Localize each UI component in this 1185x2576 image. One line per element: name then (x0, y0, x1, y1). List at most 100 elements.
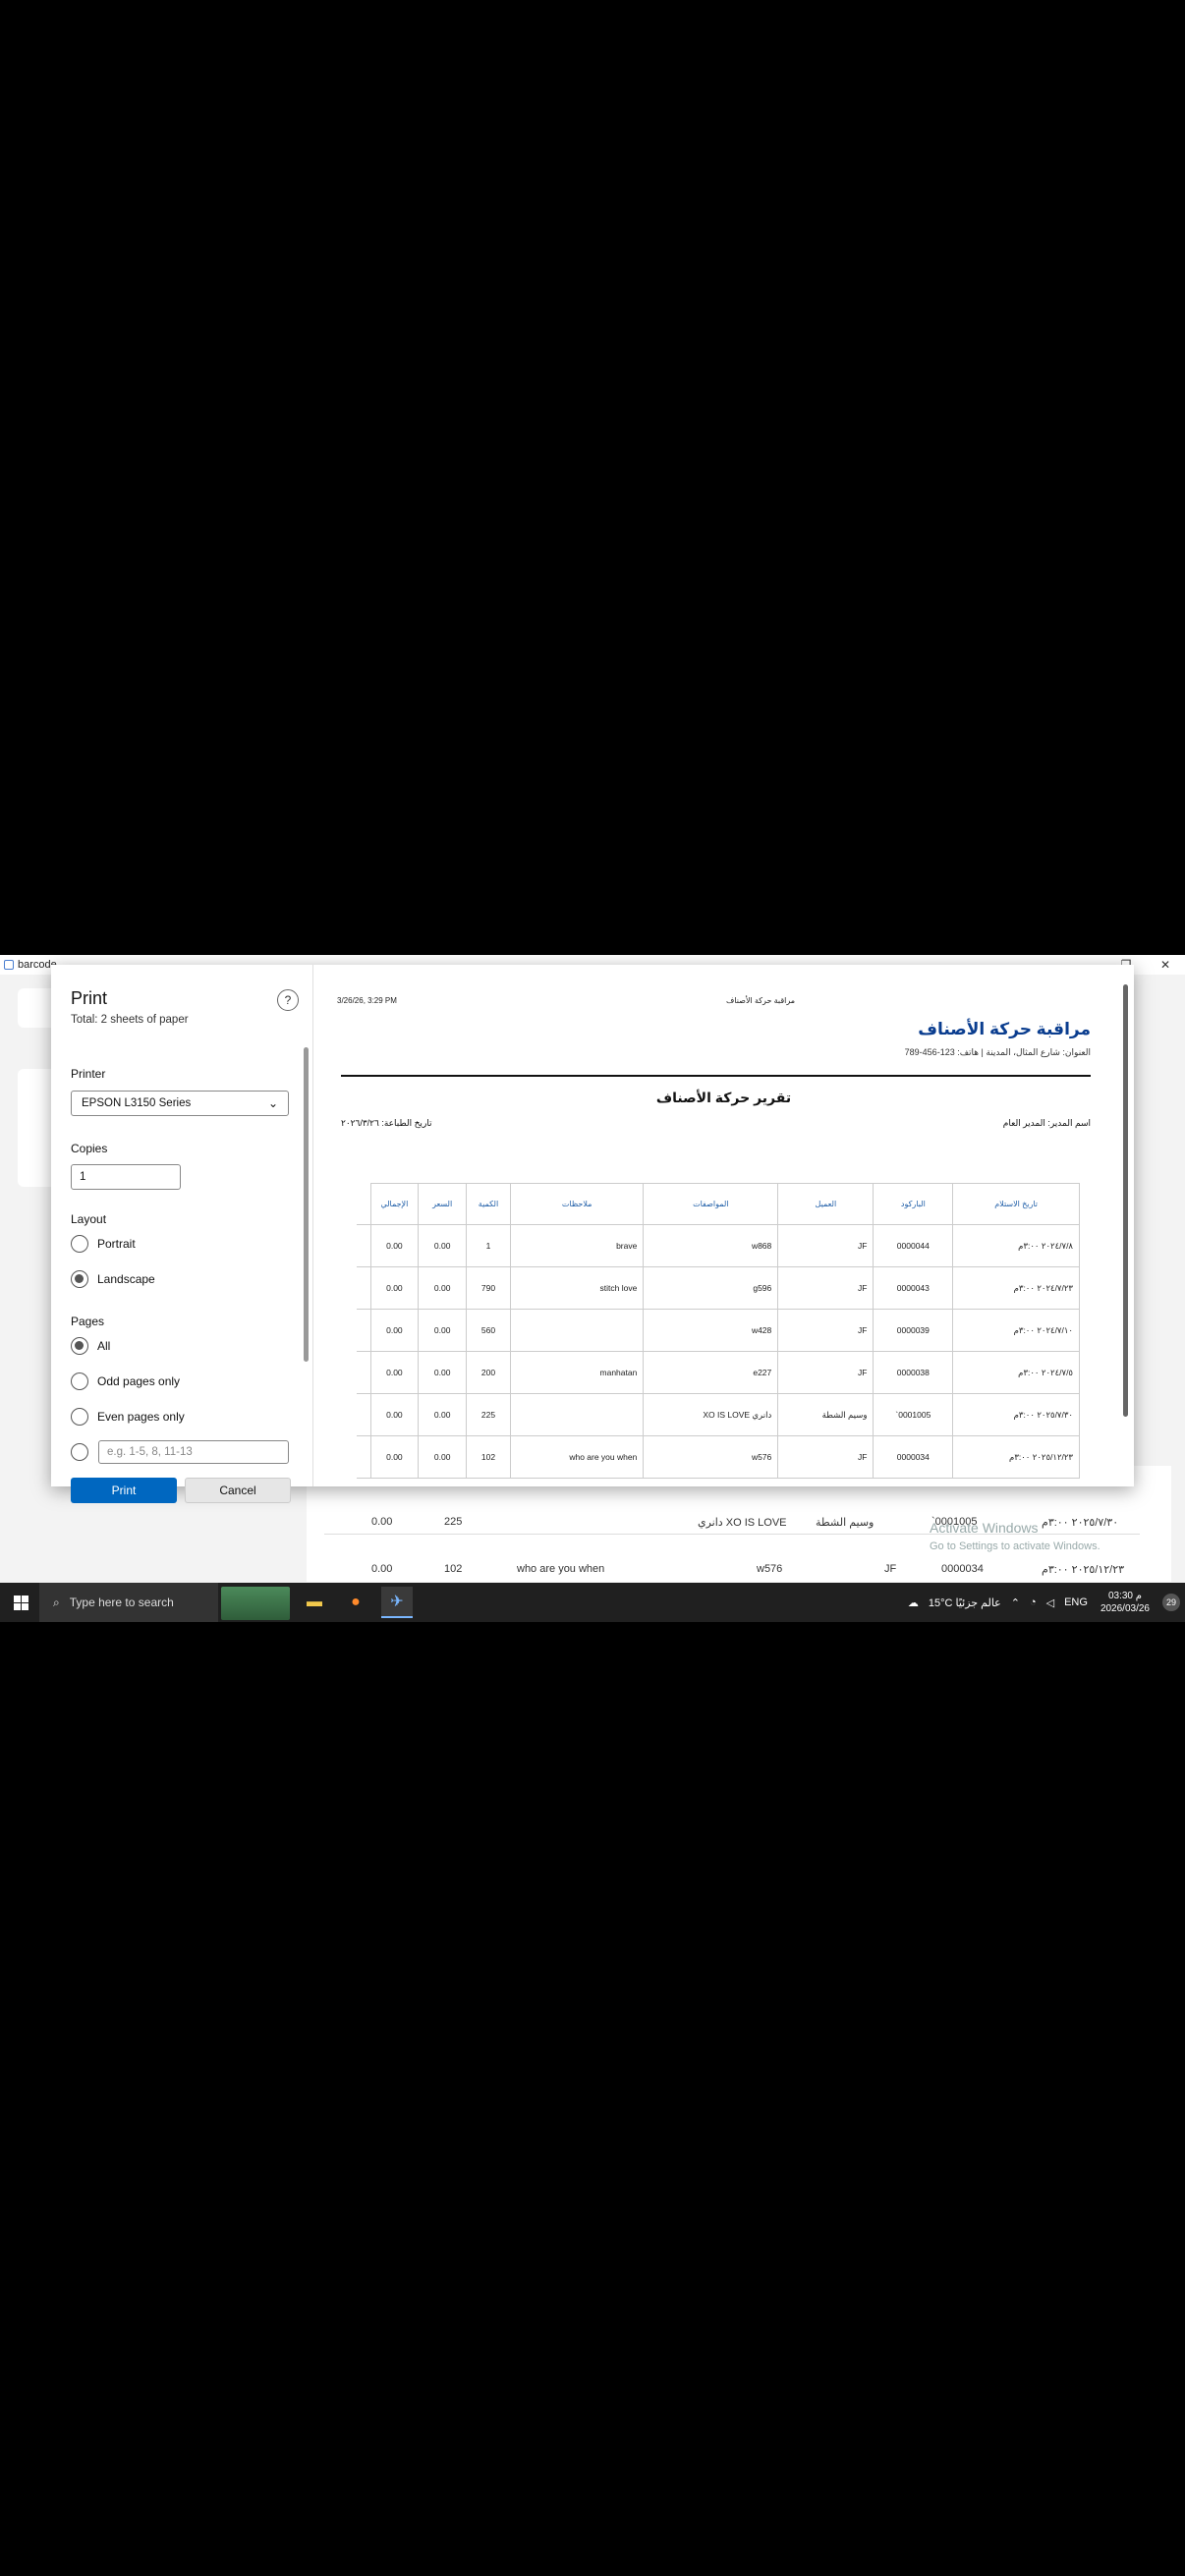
close-button[interactable]: ✕ (1146, 955, 1185, 975)
cell-total: 0.00 (369, 1266, 420, 1310)
cell-qty: 102 (466, 1435, 511, 1479)
pages-custom-option[interactable] (71, 1442, 97, 1462)
portrait-label: Portrait (97, 1237, 136, 1251)
bg-cell-date: ٢٠٢٥/١٢/٢٣ ٣:٠٠م (1042, 1564, 1125, 1576)
page-range-input[interactable]: e.g. 1-5, 8, 11-13 (98, 1440, 289, 1464)
bg-cell-total: 0.00 (371, 1516, 393, 1528)
print-button[interactable]: Print (71, 1478, 177, 1503)
barcode-app-icon[interactable]: ✈ (381, 1587, 413, 1618)
weather-text[interactable]: 15°C عالم جزئيًا (929, 1596, 1001, 1609)
cell-client: وسيم الشطة (777, 1393, 875, 1436)
pages-even-option[interactable]: Even pages only (71, 1407, 185, 1427)
header-barcode: الباركود (873, 1183, 954, 1225)
cell-desc: g596 (643, 1266, 779, 1310)
header-desc: المواصفات (643, 1183, 779, 1225)
cell-notes (509, 1393, 645, 1436)
cell-desc: w868 (643, 1224, 779, 1267)
chevron-up-icon[interactable]: ⌃ (1011, 1596, 1020, 1609)
cell-date: ٢٠٢٥/٧/٣٠ ٣:٠٠م (952, 1393, 1080, 1436)
cell-desc: w428 (643, 1309, 779, 1352)
print-title: Print (71, 988, 108, 1008)
cell-client: JF (777, 1351, 875, 1394)
notification-badge[interactable]: 29 (1162, 1594, 1180, 1611)
row-spacer (357, 1435, 371, 1479)
landscape-label: Landscape (97, 1272, 155, 1286)
table-row: 0.00 0.00 102 who are you when w576 JF 0000034… (357, 1435, 1080, 1479)
clock-time: 03:30 م (1107, 1591, 1142, 1601)
language-indicator[interactable]: ENG (1064, 1596, 1088, 1608)
cell-notes: manhatan (509, 1351, 645, 1394)
cell-client: JF (777, 1435, 875, 1479)
copies-input[interactable]: 1 (71, 1164, 181, 1190)
header-date: تاريخ الاستلام (952, 1183, 1080, 1225)
row-spacer (357, 1393, 371, 1436)
settings-scrollbar[interactable] (304, 1047, 309, 1362)
firefox-icon[interactable]: ● (340, 1587, 371, 1618)
printer-value: EPSON L3150 Series (82, 1097, 192, 1109)
cell-desc: e227 (643, 1351, 779, 1394)
cancel-button[interactable]: Cancel (185, 1478, 291, 1503)
search-placeholder: Type here to search (69, 1596, 174, 1609)
cell-price: 0.00 (418, 1435, 468, 1479)
cell-barcode: 0000039 (873, 1309, 954, 1352)
header-qty: الكمية (466, 1183, 511, 1225)
cell-notes: brave (509, 1224, 645, 1267)
cell-total: 0.00 (369, 1351, 420, 1394)
bg-cell-date: ٢٠٢٥/٧/٣٠ ٣:٠٠م (1042, 1517, 1119, 1529)
bg-cell-desc: XO IS LOVE دانري (698, 1517, 787, 1529)
table-header-row: الإجمالي السعر الكمية ملاحظات المواصفات … (357, 1183, 1080, 1225)
printer-select[interactable]: EPSON L3150 Series ⌄ (71, 1091, 289, 1116)
cell-qty: 225 (466, 1393, 511, 1436)
bg-cell-qty: 102 (444, 1563, 463, 1575)
cell-price: 0.00 (418, 1266, 468, 1310)
odd-label: Odd pages only (97, 1374, 181, 1388)
cell-price: 0.00 (418, 1393, 468, 1436)
pages-odd-option[interactable]: Odd pages only (71, 1372, 180, 1391)
cell-date: ٢٠٢٤/٧/٨ ٣:٠٠م (952, 1224, 1080, 1267)
clock[interactable]: 03:30 م 2026/03/26 (1100, 1590, 1150, 1615)
cell-notes (509, 1309, 645, 1352)
cell-barcode: 0000043 (873, 1266, 954, 1310)
cell-qty: 1 (466, 1224, 511, 1267)
radio-icon (71, 1372, 88, 1390)
activation-watermark-sub: Go to Settings to activate Windows. (930, 1540, 1100, 1552)
search-icon: ⌕ (53, 1595, 60, 1609)
cell-notes: who are you when (509, 1435, 645, 1479)
report-title: تقرير حركة الأصناف (655, 1090, 792, 1105)
pages-all-option[interactable]: All (71, 1336, 110, 1356)
bg-cell-desc: w576 (757, 1563, 783, 1575)
bg-cell-client: وسيم الشطة (816, 1517, 875, 1529)
table-row: 0.00 0.00 560 w428 JF 0000039 ٢٠٢٤/٧/١٠ ٣:٠٠م (357, 1309, 1080, 1352)
taskbar: ⌕ Type here to search ▬ ● ✈ ☁ 15°C عالم … (0, 1583, 1185, 1622)
radio-icon (71, 1408, 88, 1426)
preview-scrollbar[interactable] (1123, 984, 1128, 1417)
help-button[interactable]: ? (277, 989, 299, 1011)
report-table: الإجمالي السعر الكمية ملاحظات المواصفات … (357, 1183, 1080, 1479)
app-icon (4, 960, 14, 970)
cell-price: 0.00 (418, 1351, 468, 1394)
cell-date: ٢٠٢٥/١٢/٢٣ ٣:٠٠م (952, 1435, 1080, 1479)
print-subtitle: Total: 2 sheets of paper (71, 1014, 189, 1026)
windows-start-icon[interactable] (14, 1596, 28, 1610)
layout-portrait-option[interactable]: Portrait (71, 1234, 136, 1254)
clock-date: 2026/03/26 (1100, 1603, 1150, 1614)
cell-date: ٢٠٢٤/٧/١٠ ٣:٠٠م (952, 1309, 1080, 1352)
cell-desc: w576 (643, 1435, 779, 1479)
network-icon[interactable]: ◔ (1030, 1596, 1037, 1608)
row-spacer (357, 1309, 371, 1352)
cell-barcode: 0000034 (873, 1435, 954, 1479)
table-header-spacer (357, 1183, 371, 1225)
cell-total: 0.00 (369, 1224, 420, 1267)
taskbar-search[interactable]: ⌕ Type here to search (39, 1583, 218, 1622)
layout-landscape-option[interactable]: Landscape (71, 1269, 155, 1289)
cell-client: JF (777, 1224, 875, 1267)
file-explorer-icon[interactable]: ▬ (299, 1587, 330, 1618)
bg-cell-client: JF (884, 1563, 897, 1575)
company-title: مراقبة حركة الأصناف (918, 1020, 1091, 1038)
taskbar-widget-image[interactable] (221, 1587, 290, 1620)
cell-total: 0.00 (369, 1309, 420, 1352)
volume-icon[interactable]: ◁ (1046, 1596, 1054, 1609)
cell-notes: stitch love (509, 1266, 645, 1310)
cell-total: 0.00 (369, 1393, 420, 1436)
cell-desc: XO IS LOVE دانري (643, 1393, 779, 1436)
